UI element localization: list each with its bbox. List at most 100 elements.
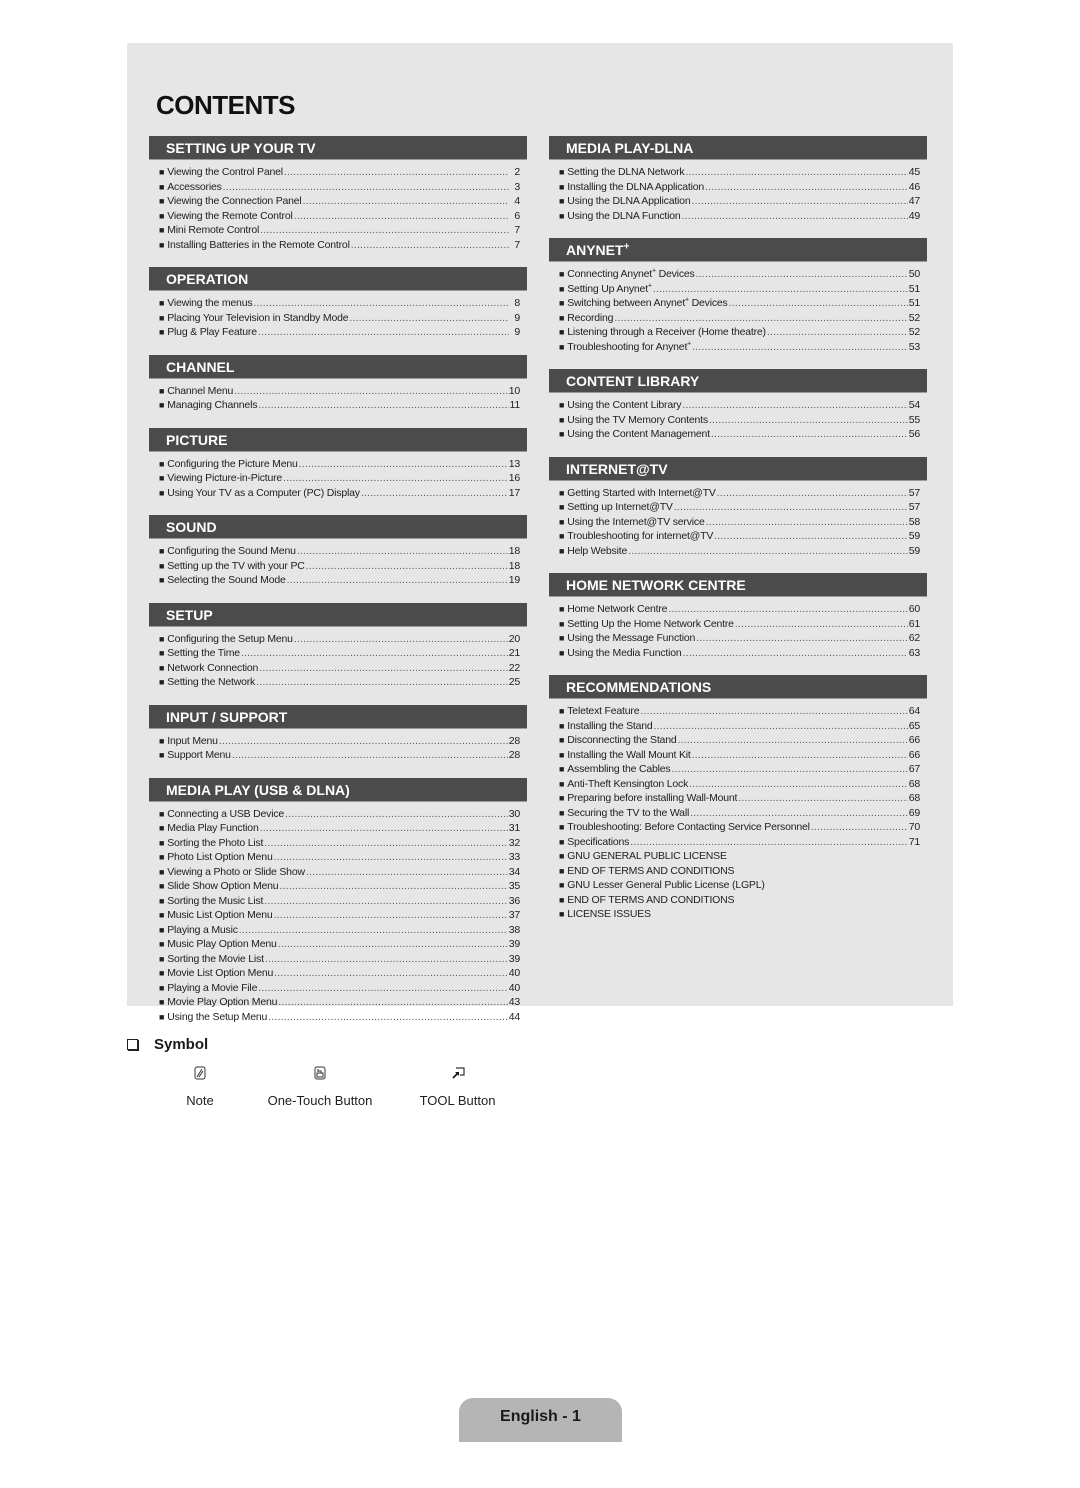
toc-entry[interactable]: ■Playing a Music 38 [159,923,520,938]
toc-entry[interactable]: ■Configuring the Sound Menu 18 [159,544,520,559]
toc-entry[interactable]: ■Getting Started with Internet@TV 57 [559,486,920,501]
toc-entry[interactable]: ■Viewing the menus 8 [159,296,520,311]
toc-entry[interactable]: ■Switching between Anynet+ Devices 51 [559,296,920,311]
toc-entry[interactable]: ■ Placing Your Television in Standby Mode… [159,311,520,326]
toc-entry[interactable]: ■Securing the TV to the Wall 69 [559,806,920,821]
toc-entry-page-number: 8 [514,297,520,309]
toc-entry[interactable]: ■Using the Content Management 56 [559,427,920,442]
toc-entry[interactable]: ■ Using Your TV as a Computer (PC) Displa… [159,486,520,501]
toc-entry[interactable]: ■Viewing the Connection Panel 4 [159,194,520,209]
toc-entry[interactable]: ■Using the Internet@TV service 58 [559,515,920,530]
toc-entry[interactable]: ■ Installing Batteries in the Remote Cont… [159,238,520,253]
toc-entry[interactable]: ■Disconnecting the Stand 66 [559,733,920,748]
toc-entry[interactable]: ■Setting Up the Home Network Centre 61 [559,617,920,632]
toc-entry[interactable]: ■Using the Media Function 63 [559,646,920,661]
toc-entry[interactable]: ■Using the Setup Menu 44 [159,1010,520,1025]
toc-entry[interactable]: ■ GNU GENERAL PUBLIC LICENSE [559,849,920,864]
toc-entry[interactable]: ■ GNU Lesser General Public License (LGPL… [559,878,920,893]
toc-entry[interactable]: ■Setting up the TV with your PC 18 [159,559,520,574]
toc-entry[interactable]: ■Teletext Feature 64 [559,704,920,719]
toc-entry[interactable]: ■Sorting the Movie List 39 [159,952,520,967]
symbol-tool-button: TOOL Button [410,1066,505,1108]
toc-entry[interactable]: ■Music List Option Menu 37 [159,908,520,923]
toc-entry[interactable]: ■Viewing Picture-in-Picture 16 [159,471,520,486]
toc-entry[interactable]: ■Setting up Internet@TV 57 [559,500,920,515]
toc-entry-text: Sorting the Music List [167,894,264,907]
toc-entry-label: Setting the DLNA Network [567,165,684,180]
toc-entry[interactable]: ■Viewing the Remote Control 6 [159,209,520,224]
toc-entry[interactable]: ■Playing a Movie File 40 [159,981,520,996]
toc-entry[interactable]: ■Movie Play Option Menu 43 [159,995,520,1010]
toc-entry[interactable]: ■Setting the DLNA Network 45 [559,165,920,180]
toc-entry[interactable]: ■Viewing the Control Panel 2 [159,165,520,180]
toc-entry[interactable]: ■Installing the Stand 65 [559,719,920,734]
toc-entry-text: Setting up the TV with your PC [167,559,305,572]
toc-entry[interactable]: ■Movie List Option Menu 40 [159,966,520,981]
toc-entry-text: Assembling the Cables [567,763,671,775]
toc-entry[interactable]: ■Mini Remote Control 7 [159,223,520,238]
toc-entry[interactable]: ■Channel Menu 10 [159,384,520,399]
toc-entry[interactable]: ■ END OF TERMS AND CONDITIONS [559,893,920,908]
section-heading: ANYNET+ [549,238,927,262]
toc-entry-page-number: 58 [908,515,920,528]
toc-entry[interactable]: ■Connecting a USB Device 30 [159,807,520,822]
dot-leader [239,923,508,938]
toc-entry[interactable]: ■Support Menu 28 [159,748,520,763]
toc-entry[interactable]: ■Managing Channels 11 [159,398,520,413]
dot-leader [285,807,508,822]
toc-entry[interactable]: ■Anti-Theft Kensington Lock 68 [559,777,920,792]
square-bullet-icon: ■ [559,502,565,512]
toc-entry[interactable]: ■ Listening through a Receiver (Home thea… [559,325,920,340]
toc-entry[interactable]: ■Photo List Option Menu 33 [159,850,520,865]
toc-entry[interactable]: ■Viewing a Photo or Slide Show 34 [159,865,520,880]
toc-entry[interactable]: ■ LICENSE ISSUES [559,907,920,922]
toc-entry[interactable]: ■Specifications 71 [559,835,920,850]
toc-entry-label: Using the Message Function [567,631,695,646]
toc-entry[interactable]: ■Assembling the Cables 67 [559,762,920,777]
toc-entry[interactable]: ■ Troubleshooting: Before Contacting Serv… [559,820,920,835]
toc-entry[interactable]: ■Sorting the Photo List 32 [159,836,520,851]
toc-item-list: ■Viewing the Control Panel2■Accessories3… [149,160,527,267]
toc-entry[interactable]: ■Installing the DLNA Application 46 [559,180,920,195]
section-heading: INPUT / SUPPORT [149,704,527,729]
toc-entry[interactable]: ■Configuring the Picture Menu 13 [159,457,520,472]
toc-entry-text: GNU GENERAL PUBLIC LICENSE [567,850,727,862]
page-title: CONTENTS [156,90,296,120]
toc-entry[interactable]: ■Input Menu 28 [159,734,520,749]
toc-entry[interactable]: ■Preparing before installing Wall-Mount 6… [559,791,920,806]
toc-entry[interactable]: ■Recording 52 [559,311,920,326]
toc-entry[interactable]: ■Slide Show Option Menu 35 [159,879,520,894]
square-bullet-icon: ■ [559,778,565,789]
toc-entry[interactable]: ■Installing the Wall Mount Kit 66 [559,748,920,763]
toc-entry[interactable]: ■Plug & Play Feature 9 [159,325,520,340]
toc-entry-page-number: 59 [908,530,920,542]
toc-entry[interactable]: ■Selecting the Sound Mode 19 [159,573,520,588]
toc-entry[interactable]: ■Configuring the Setup Menu 20 [159,632,520,647]
toc-entry[interactable]: ■Accessories 3 [159,180,520,195]
toc-entry[interactable]: ■Using the Content Library 54 [559,398,920,413]
toc-entry[interactable]: ■Sorting the Music List 36 [159,894,520,909]
dot-leader [306,559,508,574]
toc-entry[interactable]: ■Setting Up Anynet+51 [559,282,920,297]
toc-entry[interactable]: ■Using the TV Memory Contents 55 [559,413,920,428]
toc-entry[interactable]: ■Media Play Function 31 [159,821,520,836]
toc-entry[interactable]: ■Music Play Option Menu 39 [159,937,520,952]
dot-leader [692,748,908,763]
toc-entry[interactable]: ■Using the DLNA Function 49 [559,209,920,224]
toc-entry[interactable]: ■Connecting Anynet+ Devices 50 [559,267,920,282]
toc-entry[interactable]: ■ END OF TERMS AND CONDITIONS [559,864,920,879]
toc-entry-text: Preparing before installing Wall-Mount [567,792,738,804]
toc-entry[interactable]: ■Setting the Time 21 [159,646,520,661]
toc-entry-text: Viewing the Remote Control [167,209,293,222]
toc-entry[interactable]: ■Troubleshooting for internet@TV 59 [559,529,920,544]
toc-entry[interactable]: ■Network Connection 22 [159,661,520,676]
toc-entry[interactable]: ■Troubleshooting for Anynet+53 [559,340,920,355]
toc-entry[interactable]: ■Help Website 59 [559,544,920,559]
toc-entry-page-number: 61 [908,617,920,630]
toc-entry[interactable]: ■Setting the Network 25 [159,675,520,690]
toc-entry[interactable]: ■Home Network Centre 60 [559,602,920,617]
toc-entry-label: Teletext Feature [567,704,639,719]
toc-entry[interactable]: ■Using the DLNA Application 47 [559,194,920,209]
dot-leader [811,820,908,835]
toc-entry[interactable]: ■Using the Message Function 62 [559,631,920,646]
